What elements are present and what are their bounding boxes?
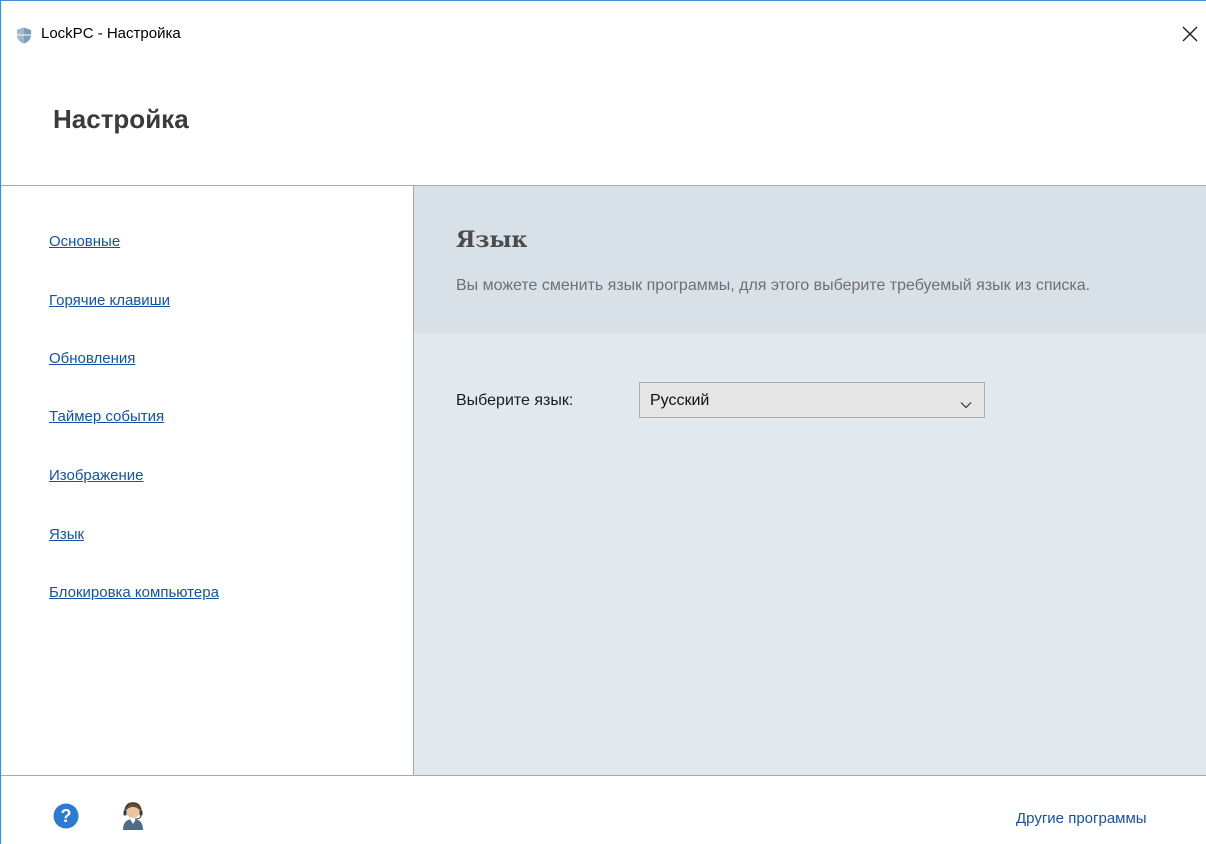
sidebar-item-hotkeys[interactable]: Горячие клавиши (49, 292, 170, 310)
other-programs-link[interactable]: Другие программы (1016, 810, 1147, 828)
language-select-value: Русский (650, 392, 710, 409)
help-icon: ? (53, 803, 79, 833)
window-title: LockPC - Настройка (41, 25, 181, 42)
title-bar: LockPC - Настройка (1, 1, 1206, 44)
sidebar: Основные Горячие клавиши Обновления Тайм… (1, 186, 413, 775)
sidebar-item-computer-lock[interactable]: Блокировка компьютера (49, 584, 219, 602)
language-select[interactable]: Русский (639, 382, 985, 418)
footer: ? Другие программы (1, 776, 1206, 844)
page-title: Настройка (53, 104, 189, 134)
section-header: Язык Вы можете сменить язык программы, д… (414, 186, 1206, 333)
shield-icon (16, 27, 32, 49)
sidebar-item-language[interactable]: Язык (49, 526, 84, 544)
sidebar-item-event-timer[interactable]: Таймер события (49, 408, 164, 426)
language-label: Выберите язык: (456, 392, 574, 409)
sidebar-item-image[interactable]: Изображение (49, 467, 144, 485)
close-button[interactable] (1173, 19, 1206, 49)
close-icon (1173, 26, 1206, 53)
settings-window: LockPC - Настройка Настройка Основные Го… (0, 0, 1206, 844)
chevron-down-icon (960, 396, 972, 414)
svg-text:?: ? (61, 806, 72, 826)
help-button[interactable]: ? (53, 803, 79, 834)
support-agent-icon (119, 802, 147, 835)
sidebar-item-updates[interactable]: Обновления (49, 350, 135, 368)
section-description: Вы можете сменить язык программы, для эт… (456, 277, 1091, 294)
section-title: Язык (456, 227, 528, 253)
support-button[interactable] (119, 801, 147, 836)
content-panel: Язык Вы можете сменить язык программы, д… (414, 186, 1206, 775)
sidebar-item-general[interactable]: Основные (49, 233, 120, 251)
